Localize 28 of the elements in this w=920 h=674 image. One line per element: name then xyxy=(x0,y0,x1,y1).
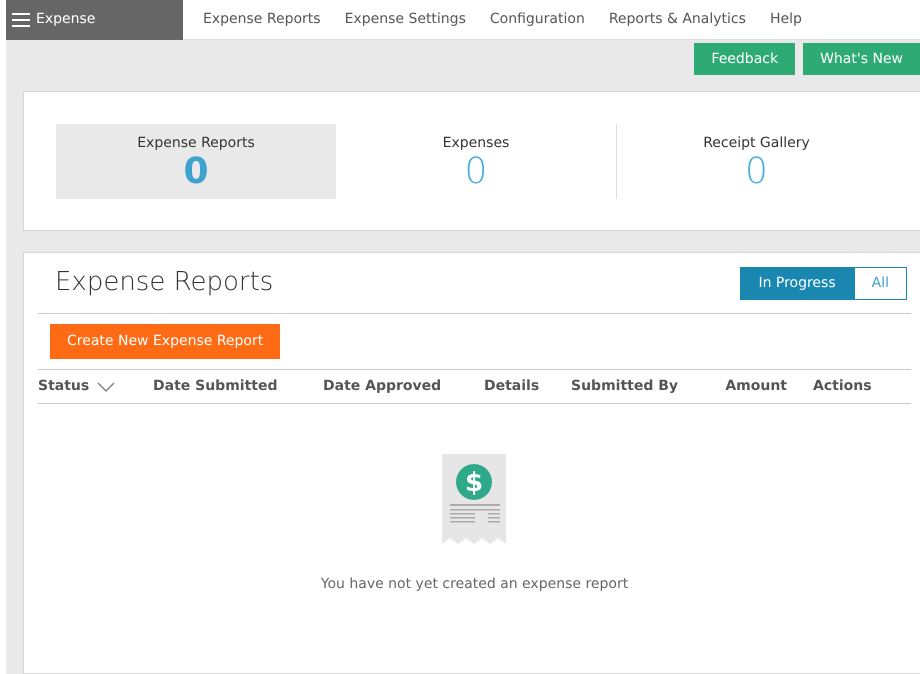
nav-link[interactable]: Help xyxy=(758,9,814,30)
column-header: Actions xyxy=(813,377,872,396)
stat-count: 0 xyxy=(183,154,209,190)
column-header: Submitted By xyxy=(571,377,678,396)
receipt-icon: $ xyxy=(442,454,508,544)
stat-label: Expense Reports xyxy=(137,134,255,152)
menu-icon xyxy=(12,12,30,26)
stat-tile[interactable]: Expense Reports 0 xyxy=(56,124,336,198)
empty-state-message: You have not yet created an expense report xyxy=(320,575,628,594)
section-title: Expense Reports xyxy=(54,267,274,299)
column-header: Amount xyxy=(725,377,787,396)
nav-link[interactable]: Reports & Analytics xyxy=(596,9,758,30)
nav-link[interactable]: Configuration xyxy=(478,9,597,30)
stat-label: Expenses xyxy=(442,134,510,152)
column-header: Date Submitted xyxy=(153,377,278,396)
column-header: Date Approved xyxy=(323,377,442,396)
nav-link[interactable]: Expense Settings xyxy=(332,9,478,30)
stat-count: 0 xyxy=(464,154,488,190)
stat-label: Receipt Gallery xyxy=(703,134,810,152)
nav-link[interactable]: Expense Reports xyxy=(191,9,333,30)
column-header[interactable]: Status xyxy=(38,376,90,397)
filter-tab[interactable]: In Progress xyxy=(740,266,854,300)
app-menu-button[interactable]: Expense xyxy=(6,0,183,40)
stat-tile[interactable]: Receipt Gallery 0 xyxy=(616,124,896,198)
column-header: Details xyxy=(484,377,540,396)
sort-chevron-icon[interactable] xyxy=(97,382,116,392)
stat-tile[interactable]: Expenses 0 xyxy=(336,124,616,198)
stat-count: 0 xyxy=(745,154,768,190)
